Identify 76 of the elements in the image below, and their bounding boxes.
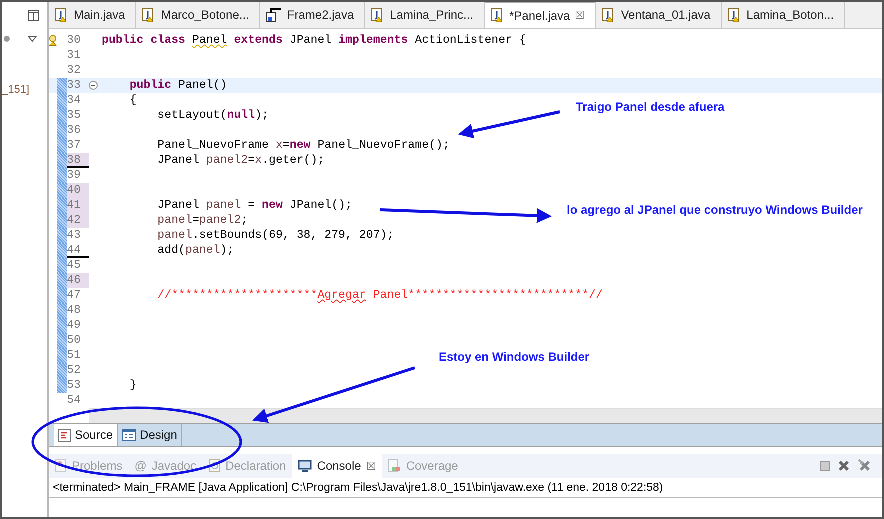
line-number: 43 xyxy=(67,228,82,243)
maximize-icon[interactable] xyxy=(28,10,39,20)
line-number: 39 xyxy=(67,168,82,183)
editor-tab[interactable]: Marco_Botone... xyxy=(136,2,260,28)
code-line: //*********************Agregar Panel**************************// xyxy=(156,288,603,303)
code-line: panel=panel2; xyxy=(156,213,248,228)
line-number: 54 xyxy=(67,393,82,408)
line-number: 32 xyxy=(67,63,82,78)
horizontal-scrollbar[interactable] xyxy=(89,408,882,423)
view-tab[interactable]: Source xyxy=(54,424,118,446)
editor-tab[interactable]: Main.java xyxy=(49,2,136,28)
line-number: 34 xyxy=(67,93,82,108)
coverage-icon xyxy=(388,459,402,473)
view-tab[interactable]: Design xyxy=(118,424,182,446)
code-line: } xyxy=(128,378,137,393)
code-line: add(panel); xyxy=(156,243,234,258)
editor-tab[interactable]: *Panel.java ☒ xyxy=(484,2,596,28)
source-icon xyxy=(58,428,71,442)
line-number: 31 xyxy=(67,48,82,63)
design-icon xyxy=(122,429,136,441)
dropdown-icon[interactable] xyxy=(28,36,37,42)
line-number: 36 xyxy=(67,123,82,138)
java-file-icon xyxy=(142,8,156,22)
code-line: public Panel() xyxy=(128,78,228,93)
editor-tab[interactable]: Ventana_01.java xyxy=(596,2,722,28)
line-number: 47 xyxy=(67,288,82,303)
at-icon: @ xyxy=(134,459,147,473)
line-number: 42 xyxy=(67,213,89,228)
java-file-icon xyxy=(371,8,386,22)
editor-tab[interactable]: Lamina_Princ... xyxy=(365,2,484,28)
line-number: 41 xyxy=(67,198,89,213)
line-number: 44 xyxy=(67,243,89,258)
code-line: JPanel panel2=x.geter(); xyxy=(156,153,325,168)
editor-tab[interactable]: Lamina_Boton... xyxy=(722,2,846,28)
remove-all-icon[interactable] xyxy=(858,459,872,473)
dot-icon xyxy=(4,36,10,42)
remove-icon[interactable] xyxy=(838,460,850,472)
console-icon xyxy=(298,460,312,472)
line-number: 38 xyxy=(67,153,89,168)
code-line: { xyxy=(128,93,137,108)
annotation-text: Traigo Panel desde afuera xyxy=(576,100,725,114)
line-number: 49 xyxy=(67,318,82,333)
close-icon[interactable]: ☒ xyxy=(366,460,376,472)
code-line: setLayout(null); xyxy=(156,108,269,123)
editor-tab[interactable]: Frame2.java xyxy=(260,2,366,28)
line-number: 45 xyxy=(67,258,82,273)
declaration-icon xyxy=(208,459,221,473)
code-line: public class Panel extends JPanel implements ActionListener { xyxy=(102,33,526,48)
line-number: 48 xyxy=(67,303,82,318)
collapse-icon[interactable] xyxy=(89,81,98,90)
annotation-text: Estoy en Windows Builder xyxy=(439,350,590,364)
line-number: 35 xyxy=(67,108,82,123)
problems-icon xyxy=(55,459,67,473)
close-icon[interactable]: ☒ xyxy=(575,9,586,22)
java-file-icon xyxy=(55,8,69,22)
line-number: 33 xyxy=(67,78,82,93)
code-line: JPanel panel = new JPanel(); xyxy=(156,198,352,213)
console-output: <terminated> Main_FRAME [Java Application] C:\Program Files\Java\jre1.8.0_151\bin\javaw.exe (11 ene. 2018 0:22:58) xyxy=(49,478,882,498)
line-number: 46 xyxy=(67,273,89,288)
line-number: 51 xyxy=(67,348,82,363)
line-number: 52 xyxy=(67,363,82,378)
line-number: 40 xyxy=(67,183,89,198)
panel-tab[interactable]: Console ☒ xyxy=(292,454,382,478)
frame-file-icon xyxy=(266,8,282,22)
annotation-text: lo agrego al JPanel que construyo Windows Builder xyxy=(567,203,863,217)
code-line: Panel_NuevoFrame x=new Panel_NuevoFrame(); xyxy=(156,138,450,153)
code-line: panel.setBounds(69, 38, 279, 207); xyxy=(156,228,394,243)
panel-text: _151] xyxy=(2,84,31,96)
java-file-icon xyxy=(728,8,742,22)
line-number: 30 xyxy=(67,33,82,48)
java-file-icon xyxy=(602,8,616,22)
line-number: 50 xyxy=(67,333,82,348)
java-file-icon xyxy=(490,8,504,23)
line-number: 53 xyxy=(67,378,82,393)
warning-icon xyxy=(49,34,57,47)
line-number: 37 xyxy=(67,138,82,153)
